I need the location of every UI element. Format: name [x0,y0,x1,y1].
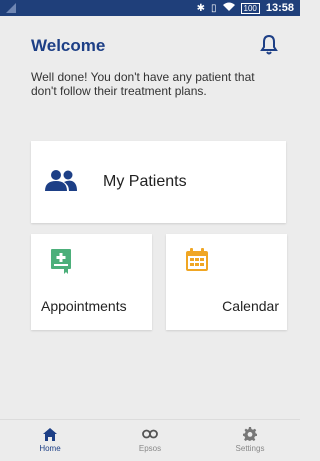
battery-icon: 100 [240,2,260,14]
nav-label-epsos: Epsos [138,444,162,453]
status-bar: ✱ ▯ 100 13:58 [0,0,300,16]
vibrate-icon: ▯ [210,2,217,14]
appointment-icon [50,248,72,279]
bottom-nav: Home Epsos Settings [0,419,300,461]
gear-icon [243,427,257,441]
calendar-label: Calendar [222,298,279,314]
bell-icon[interactable] [259,34,279,56]
info-message: Well done! You don't have any patient th… [31,70,255,98]
users-icon [45,169,77,198]
my-patients-label: My Patients [103,173,187,190]
appointments-card[interactable]: Appointments [31,234,152,330]
nav-label-settings: Settings [235,444,265,453]
infinity-icon [142,427,158,441]
wifi-icon [222,2,235,15]
nav-label-home: Home [39,444,61,453]
nav-item-settings[interactable]: Settings [205,420,295,453]
nav-item-epsos[interactable]: Epsos [105,420,195,453]
nav-item-home[interactable]: Home [5,420,95,453]
status-icons: ✱ ▯ 100 [197,2,260,15]
status-time: 13:58 [265,2,294,14]
page-title: Welcome [31,36,106,55]
home-icon [43,427,57,441]
calendar-icon [185,248,209,277]
my-patients-card[interactable]: My Patients [31,141,286,223]
appointments-label: Appointments [41,298,127,314]
signal-icon [6,3,16,13]
bluetooth-icon: ✱ [196,2,205,14]
calendar-card[interactable]: Calendar [166,234,287,330]
header: Welcome Well done! You don't have any pa… [0,16,300,116]
